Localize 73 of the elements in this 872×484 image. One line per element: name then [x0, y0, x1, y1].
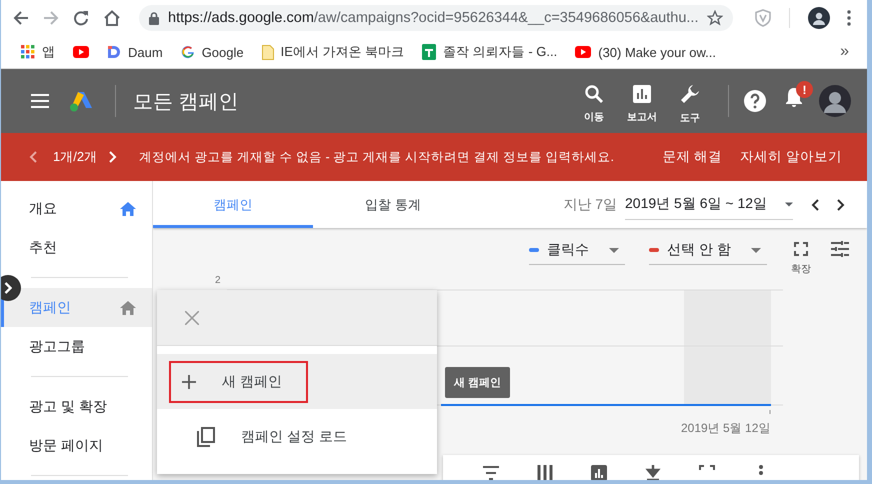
metric-dropdown[interactable]: 선택 안 함	[649, 241, 767, 265]
toolbar-button[interactable]: 보고서	[618, 78, 666, 124]
home-icon[interactable]	[120, 300, 136, 314]
nav-item[interactable]: 추천	[1, 228, 152, 267]
axis-tick-label: 2	[215, 275, 221, 286]
copy-icon	[197, 426, 215, 446]
reload-icon[interactable]	[73, 10, 89, 26]
alert-message: 계정에서 광고를 게재할 수 없음 - 광고 게재를 시작하려면 결제 정보를 입력하세요.	[139, 148, 614, 166]
dropdown-arrow-icon	[785, 202, 793, 206]
bookmark[interactable]: (30) Make your ow...	[575, 44, 716, 60]
address-bar[interactable]: https://ads.google.com/aw/campaigns?ocid=95626344&__c=3549686056&authu...	[139, 5, 733, 31]
d-logo-icon	[107, 45, 121, 59]
fullscreen-icon	[794, 242, 808, 256]
play-icon	[575, 46, 592, 58]
bar-chart-icon	[632, 84, 652, 104]
columns-icon[interactable]	[537, 465, 553, 480]
download-icon[interactable]	[645, 465, 661, 480]
bookmark[interactable]: Google	[180, 44, 244, 60]
date-range-label: 지난 7일	[563, 196, 617, 214]
nav-item[interactable]: 방문 페이지	[1, 426, 152, 465]
banner-link[interactable]: 자세히 알아보기	[740, 148, 842, 166]
page-title: 모든 캠페인	[133, 90, 239, 114]
dropdown-arrow-icon	[609, 248, 620, 252]
sheet-icon	[422, 44, 436, 60]
play-icon	[73, 46, 89, 58]
tooltip: 새 캠페인	[445, 367, 510, 398]
bookmark[interactable]: 졸작 의뢰자들 - G...	[422, 43, 558, 61]
bell-icon[interactable]	[785, 86, 803, 108]
bookmark[interactable]: 앱	[21, 43, 55, 61]
wrench-icon	[679, 83, 701, 105]
date-range-dropdown[interactable]: 2019년 5월 6일 ~ 12일	[625, 189, 793, 220]
axis-label: 2019년 5월 12일	[681, 420, 770, 437]
metric-dropdown[interactable]: 클릭수	[529, 241, 626, 265]
page-counter: 1개/2개	[53, 148, 98, 166]
toolbar-button[interactable]: 이동	[570, 78, 618, 124]
bar-chart-icon[interactable]	[591, 465, 607, 480]
g-logo-icon	[180, 45, 195, 59]
home-icon[interactable]	[103, 10, 121, 26]
filter-icon[interactable]	[483, 465, 499, 480]
avatar-icon[interactable]	[808, 7, 830, 29]
expand-handle[interactable]	[1, 275, 21, 301]
menu-icon[interactable]	[31, 94, 49, 108]
triangle-logo-icon[interactable]	[69, 90, 93, 112]
document-icon	[262, 44, 274, 60]
plus-icon	[182, 374, 196, 388]
tab[interactable]: 입찰 통계	[313, 181, 473, 228]
tab[interactable]: 캠페인	[153, 181, 313, 228]
url-text: https://ads.google.com/aw/campaigns?ocid=95626344&__c=3549686056&authu...	[168, 10, 700, 26]
chevron-right-icon[interactable]	[837, 198, 845, 210]
toolbar-button[interactable]: 도구	[666, 77, 714, 125]
tune-icon[interactable]	[831, 241, 849, 257]
avatar[interactable]	[819, 85, 851, 117]
menu-item[interactable]: 캠페인 설정 로드	[186, 416, 347, 456]
help-icon[interactable]	[743, 89, 767, 113]
apps-icon	[21, 45, 35, 59]
star-icon[interactable]	[707, 10, 723, 26]
chevron-right-icon	[4, 282, 12, 294]
lock-icon	[149, 12, 159, 24]
banner-link[interactable]: 문제 해결	[662, 148, 722, 166]
expand-button[interactable]: 확장	[791, 242, 811, 276]
more-icon[interactable]	[847, 10, 851, 26]
nav-item[interactable]: 광고 및 확장	[1, 387, 152, 426]
search-icon	[584, 84, 604, 104]
chevron-left-icon[interactable]	[811, 198, 819, 210]
bookmark[interactable]: Daum	[107, 44, 163, 60]
nav-item[interactable]: 광고그룹	[1, 327, 152, 366]
home-icon[interactable]	[120, 202, 136, 216]
back-icon[interactable]	[13, 10, 29, 26]
nav-item[interactable]: 개요	[1, 189, 152, 228]
bookmark[interactable]: IE에서 가져온 북마크	[262, 43, 404, 61]
dropdown-arrow-icon	[751, 248, 761, 252]
more-bookmarks-button[interactable]: »	[840, 43, 849, 61]
notification-badge: !	[796, 81, 813, 98]
